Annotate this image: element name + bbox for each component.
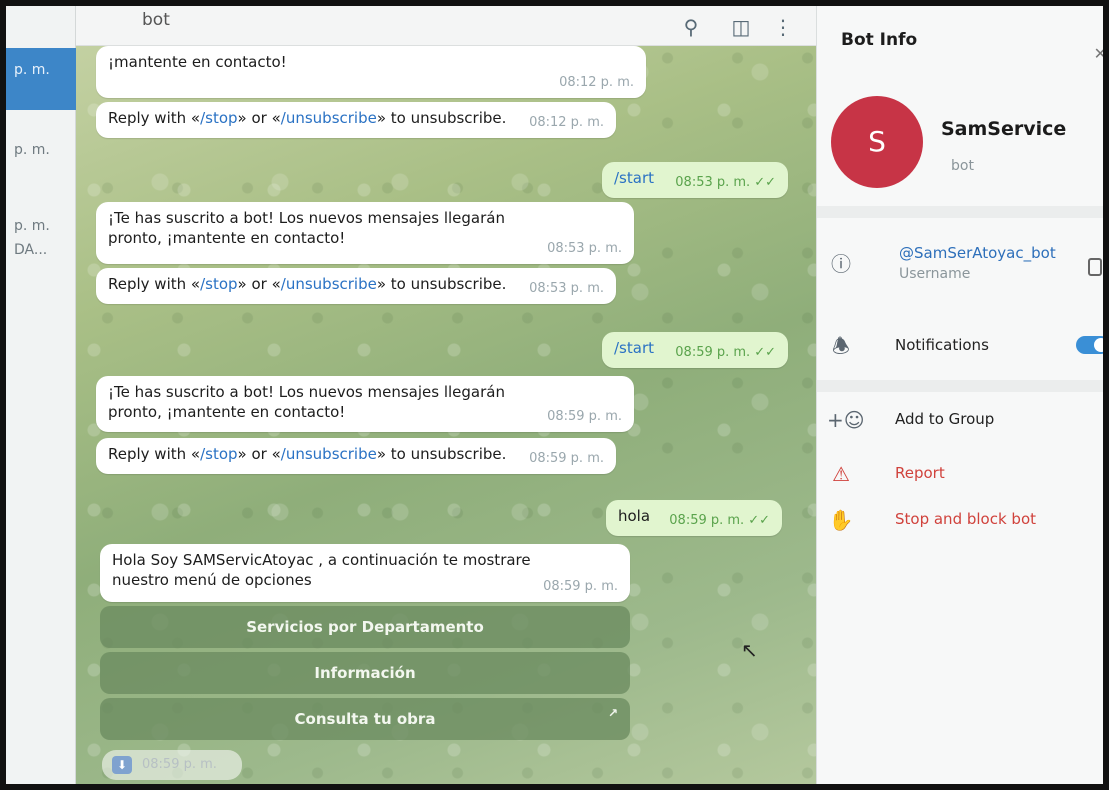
chat-title: bot: [142, 10, 170, 30]
arrow-down-icon: ⬇: [112, 756, 132, 774]
chat-item-time: p. m.: [14, 218, 50, 234]
notifications-label: Notifications: [895, 336, 989, 354]
message-text: » or «: [237, 445, 281, 463]
message-outgoing: hola 08:59 p. m. ✓✓: [606, 500, 782, 536]
bot-name: SamService: [941, 118, 1067, 140]
panel-title: Bot Info: [841, 30, 918, 50]
username-row[interactable]: ⓘ @SamSerAtoyac_bot Username: [817, 242, 1103, 286]
stop-link[interactable]: /stop: [200, 109, 237, 127]
stop-link[interactable]: /stop: [200, 445, 237, 463]
read-checks-icon: ✓✓: [754, 175, 776, 190]
message-time: 08:59 p. m.: [529, 451, 604, 466]
message-time: 08:12 p. m.: [529, 115, 604, 130]
message-text: » to unsubscribe.: [376, 445, 507, 463]
chat-item-time: p. m.: [14, 142, 50, 158]
read-checks-icon: ✓✓: [748, 513, 770, 528]
bell-icon: 🕭: [832, 334, 850, 358]
scroll-to-bottom[interactable]: ⬇ 08:59 p. m.: [102, 750, 242, 780]
message-time: 08:59 p. m.: [547, 409, 622, 424]
message-time: 08:53 p. m. ✓✓: [675, 175, 776, 190]
close-icon[interactable]: ✕: [1094, 44, 1103, 63]
message-text: Reply with «: [108, 275, 201, 293]
scroll-time: 08:59 p. m.: [142, 757, 217, 772]
stop-block-label: Stop and block bot: [895, 510, 1037, 528]
message-text: » to unsubscribe.: [376, 109, 507, 127]
username-label: Username: [899, 266, 971, 282]
chat-area: bot ⚲ ◫ ⋮ ¡mantente en contacto! 08:12 p…: [76, 6, 816, 784]
message-text: ¡Te has suscrito a bot! Los nuevos mensa…: [108, 209, 505, 247]
info-icon: ⓘ: [831, 252, 851, 276]
message-incoming: Reply with «/stop» or «/unsubscribe» to …: [96, 268, 616, 304]
keyboard-button-consulta[interactable]: Consulta tu obra ↗: [100, 698, 630, 740]
divider: [817, 380, 1103, 392]
hand-stop-icon: ✋: [828, 508, 854, 532]
keyboard-button-label: Consulta tu obra: [294, 710, 436, 728]
report-label: Report: [895, 464, 945, 482]
message-incoming: Reply with «/stop» or «/unsubscribe» to …: [96, 438, 616, 474]
message-text: ¡Te has suscrito a bot! Los nuevos mensa…: [108, 383, 505, 421]
bot-subtitle: bot: [951, 158, 974, 174]
bot-info-panel: Bot Info ✕ S SamService bot ⓘ @SamSerAto…: [816, 6, 1103, 784]
message-incoming: ¡mantente en contacto! 08:12 p. m.: [96, 46, 646, 98]
chat-list-item[interactable]: p. m.: [6, 218, 76, 234]
message-text: /start: [614, 169, 654, 187]
chat-item-preview: DA...: [14, 242, 48, 258]
more-icon[interactable]: ⋮: [772, 16, 794, 38]
stop-link[interactable]: /stop: [200, 275, 237, 293]
message-time: 08:59 p. m. ✓✓: [675, 345, 776, 360]
copy-icon[interactable]: [1088, 258, 1102, 276]
message-outgoing: /start 08:53 p. m. ✓✓: [602, 162, 788, 198]
message-time: 08:59 p. m. ✓✓: [669, 513, 770, 528]
message-incoming: Hola Soy SAMServicAtoyac , a continuació…: [100, 544, 630, 602]
unsubscribe-link[interactable]: /unsubscribe: [281, 275, 377, 293]
mouse-pointer-icon: ↖: [741, 638, 758, 662]
add-to-group-row[interactable]: +☺ Add to Group: [817, 398, 1103, 442]
keyboard-button-label: Servicios por Departamento: [246, 618, 484, 636]
stop-block-row[interactable]: ✋ Stop and block bot: [817, 498, 1103, 542]
chat-list-item-active[interactable]: p. m.: [6, 48, 76, 110]
message-text: /start: [614, 339, 654, 357]
divider: [817, 206, 1103, 218]
external-link-icon: ↗: [607, 706, 618, 720]
message-incoming: ¡Te has suscrito a bot! Los nuevos mensa…: [96, 202, 634, 264]
message-time: 08:12 p. m.: [559, 75, 634, 90]
message-text: Hola Soy SAMServicAtoyac , a continuació…: [112, 551, 531, 589]
alert-icon: ⚠: [832, 462, 850, 486]
message-time: 08:53 p. m.: [547, 241, 622, 256]
unsubscribe-link[interactable]: /unsubscribe: [281, 445, 377, 463]
add-to-group-label: Add to Group: [895, 410, 995, 428]
telegram-window: p. m. p. m. p. m. DA... bot ⚲ ◫ ⋮ ¡mante…: [6, 6, 1103, 784]
message-text: Reply with «: [108, 109, 201, 127]
add-user-icon: +☺: [827, 408, 865, 432]
message-incoming: Reply with «/stop» or «/unsubscribe» to …: [96, 102, 616, 138]
message-time: 08:59 p. m.: [543, 579, 618, 594]
read-checks-icon: ✓✓: [754, 345, 776, 360]
message-text: hola: [618, 507, 651, 525]
chat-item-time: p. m.: [14, 62, 50, 78]
unsubscribe-link[interactable]: /unsubscribe: [281, 109, 377, 127]
message-text: » to unsubscribe.: [376, 275, 507, 293]
message-text: Reply with «: [108, 445, 201, 463]
message-time: 08:53 p. m.: [529, 281, 604, 296]
sidebar-toggle-icon[interactable]: ◫: [730, 16, 752, 38]
keyboard-button-informacion[interactable]: Información: [100, 652, 630, 694]
keyboard-button-label: Información: [314, 664, 416, 682]
message-text: » or «: [237, 109, 281, 127]
message-incoming: ¡Te has suscrito a bot! Los nuevos mensa…: [96, 376, 634, 432]
chat-list-item-preview[interactable]: DA...: [6, 242, 76, 258]
keyboard-button-servicios[interactable]: Servicios por Departamento: [100, 606, 630, 648]
notifications-toggle[interactable]: [1076, 336, 1103, 354]
username-value: @SamSerAtoyac_bot: [899, 244, 1056, 262]
message-outgoing: /start 08:59 p. m. ✓✓: [602, 332, 788, 368]
avatar: S: [831, 96, 923, 188]
chat-list-item[interactable]: p. m.: [6, 142, 76, 158]
message-text: » or «: [237, 275, 281, 293]
chat-list: p. m. p. m. p. m. DA...: [6, 6, 76, 784]
report-row[interactable]: ⚠ Report: [817, 452, 1103, 496]
search-icon[interactable]: ⚲: [680, 16, 702, 38]
message-text: ¡mantente en contacto!: [108, 53, 287, 71]
notifications-row[interactable]: 🕭 Notifications: [817, 324, 1103, 368]
chat-header: bot ⚲ ◫ ⋮: [76, 6, 816, 46]
